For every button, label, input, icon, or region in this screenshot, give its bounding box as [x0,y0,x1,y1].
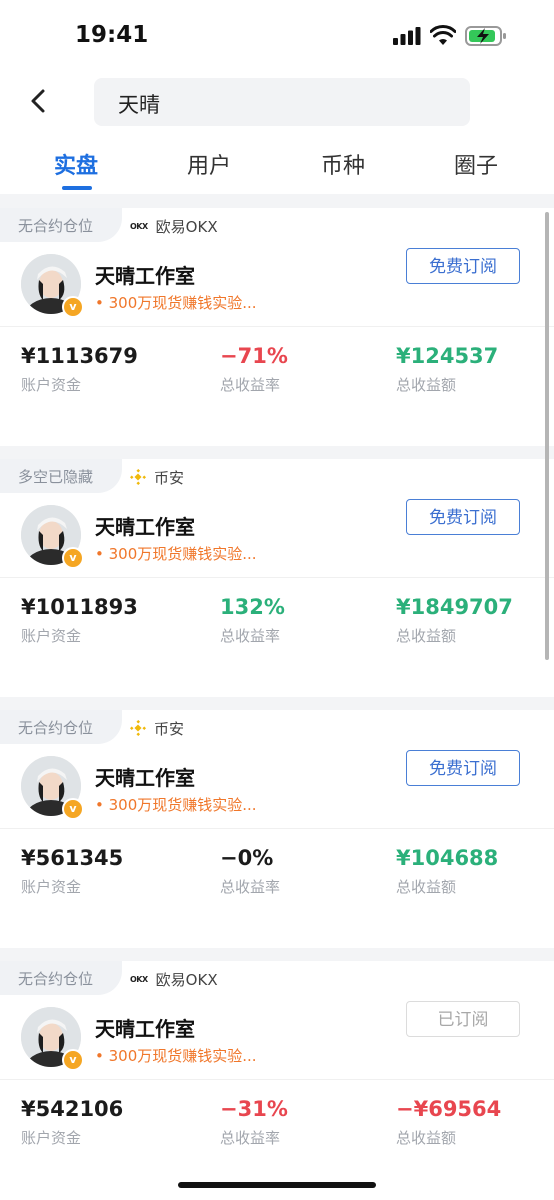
divider [0,326,554,327]
trader-description: • 300万现货赚钱实验... [95,1047,257,1065]
exchange-name: 币安 [154,719,185,738]
divider [0,828,554,829]
position-tag: 无合约仓位 [0,961,122,995]
okx-logo-icon: OKX [130,974,148,984]
total-profit: ¥104688 [396,846,499,870]
trader-name[interactable]: 天晴工作室 [95,1013,195,1042]
return-rate: −31% [220,1097,288,1121]
account-value: ¥561345 [21,846,124,870]
header: 天晴 [0,72,554,132]
okx-logo-icon: OKX [130,221,148,231]
return-rate: −0% [220,846,274,870]
total-profit-label: 总收益额 [396,627,457,645]
status-bar: 19:41 [0,0,554,70]
account-value: ¥542106 [21,1097,124,1121]
binance-logo-icon [130,469,146,485]
trader-card[interactable]: 无合约仓位 OKX 欧易OKX v 天晴工作室 • 300万现货赚钱实验... … [0,208,554,446]
return-rate: 132% [220,595,285,619]
status-time: 19:41 [75,22,149,48]
total-profit-label: 总收益额 [396,1129,457,1147]
section-divider [0,697,554,711]
trader-name[interactable]: 天晴工作室 [95,511,195,540]
account-label: 账户资金 [21,1129,82,1147]
back-arrow-icon[interactable] [25,86,51,116]
verified-badge-icon: v [62,1049,84,1071]
total-profit: ¥124537 [396,344,499,368]
account-value: ¥1113679 [21,344,138,368]
subscribe-button[interactable]: 免费订阅 [406,499,520,535]
active-tab-indicator [62,186,92,190]
account-label: 账户资金 [21,627,82,645]
tab-circles[interactable]: 圈子 [454,148,498,180]
account-label: 账户资金 [21,878,82,896]
exchange-info: OKX 欧易OKX [130,216,218,236]
verified-badge-icon: v [62,798,84,820]
wifi-icon [430,25,456,45]
scrollbar[interactable] [545,212,549,660]
position-tag: 多空已隐藏 [0,459,122,493]
battery-charging-icon [465,26,506,46]
subscribed-button[interactable]: 已订阅 [406,1001,520,1037]
cellular-signal-icon [393,27,421,45]
verified-badge-icon: v [62,296,84,318]
exchange-name: 欧易OKX [155,217,218,236]
trader-description: • 300万现货赚钱实验... [95,294,257,312]
total-profit: ¥1849707 [396,595,513,619]
return-rate-label: 总收益率 [220,1129,281,1147]
trader-name[interactable]: 天晴工作室 [95,260,195,289]
exchange-name: 币安 [154,468,185,487]
exchange-info: 币安 [130,467,184,487]
account-label: 账户资金 [21,376,82,394]
exchange-name: 欧易OKX [155,970,218,989]
tab-live-trading[interactable]: 实盘 [54,148,98,180]
tab-bar: 实盘 用户 币种 圈子 [0,136,554,192]
tab-users[interactable]: 用户 [187,148,231,180]
search-query-text: 天晴 [118,93,160,117]
trader-card[interactable]: 多空已隐藏 币安 v 天晴工作室 • 300万现货赚钱实验... 免费订阅 ¥1… [0,459,554,697]
position-tag: 无合约仓位 [0,710,122,744]
subscribe-button[interactable]: 免费订阅 [406,750,520,786]
trader-description: • 300万现货赚钱实验... [95,796,257,814]
exchange-info: 币安 [130,718,184,738]
section-divider [0,446,554,460]
verified-badge-icon: v [62,547,84,569]
trader-card[interactable]: 无合约仓位 币安 v 天晴工作室 • 300万现货赚钱实验... 免费订阅 ¥5… [0,710,554,948]
position-tag: 无合约仓位 [0,208,122,242]
return-rate-label: 总收益率 [220,878,281,896]
trader-card[interactable]: 无合约仓位 OKX 欧易OKX v 天晴工作室 • 300万现货赚钱实验... … [0,961,554,1199]
trader-name[interactable]: 天晴工作室 [95,762,195,791]
section-divider [0,194,554,208]
return-rate-label: 总收益率 [220,627,281,645]
total-profit-label: 总收益额 [396,376,457,394]
subscribe-button[interactable]: 免费订阅 [406,248,520,284]
search-input[interactable]: 天晴 [94,78,470,126]
home-indicator[interactable] [178,1182,376,1188]
trader-description: • 300万现货赚钱实验... [95,545,257,563]
account-value: ¥1011893 [21,595,138,619]
total-profit: −¥69564 [396,1097,502,1121]
divider [0,577,554,578]
section-divider [0,948,554,962]
tab-coins[interactable]: 币种 [321,148,365,180]
binance-logo-icon [130,720,146,736]
total-profit-label: 总收益额 [396,878,457,896]
return-rate-label: 总收益率 [220,376,281,394]
return-rate: −71% [220,344,288,368]
exchange-info: OKX 欧易OKX [130,969,218,989]
divider [0,1079,554,1080]
